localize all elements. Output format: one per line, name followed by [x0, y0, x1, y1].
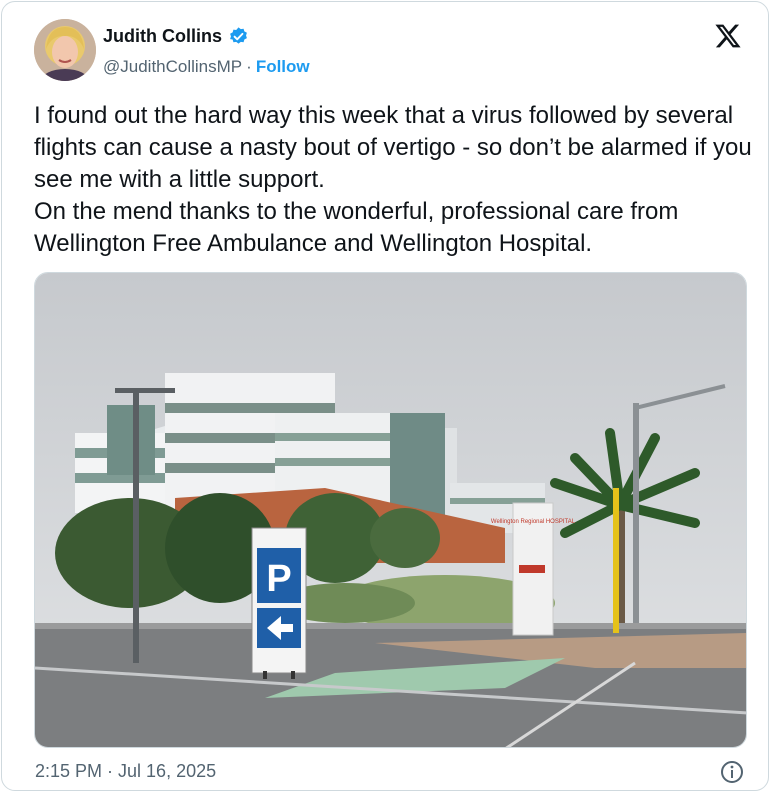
avatar-image	[34, 19, 96, 81]
hospital-photo: Wellington Regional HOSPITAL P	[35, 273, 746, 747]
hospital-sign-text: Wellington Regional HOSPITAL	[491, 519, 576, 525]
tweet-timestamp[interactable]: 2:15 PM · Jul 16, 2025	[35, 761, 216, 782]
author-handle-row: @JudithCollinsMP · Follow	[103, 57, 310, 77]
author-handle[interactable]: @JudithCollinsMP	[103, 57, 242, 76]
author-name-row: Judith Collins	[103, 26, 249, 47]
follow-button[interactable]: Follow	[256, 57, 310, 76]
parking-sign-letter: P	[266, 558, 291, 600]
separator-dot: ·	[246, 57, 252, 76]
x-logo-icon[interactable]	[714, 22, 742, 50]
avatar[interactable]	[34, 19, 96, 81]
tweet-card: Judith Collins @JudithCollinsMP · Follow I…	[1, 1, 769, 791]
tweet-photo[interactable]: Wellington Regional HOSPITAL P	[34, 272, 747, 748]
author-name[interactable]: Judith Collins	[103, 26, 222, 47]
tweet-text: I found out the hard way this week that …	[34, 102, 752, 257]
info-icon[interactable]	[720, 760, 744, 784]
verified-badge-icon	[228, 26, 249, 47]
